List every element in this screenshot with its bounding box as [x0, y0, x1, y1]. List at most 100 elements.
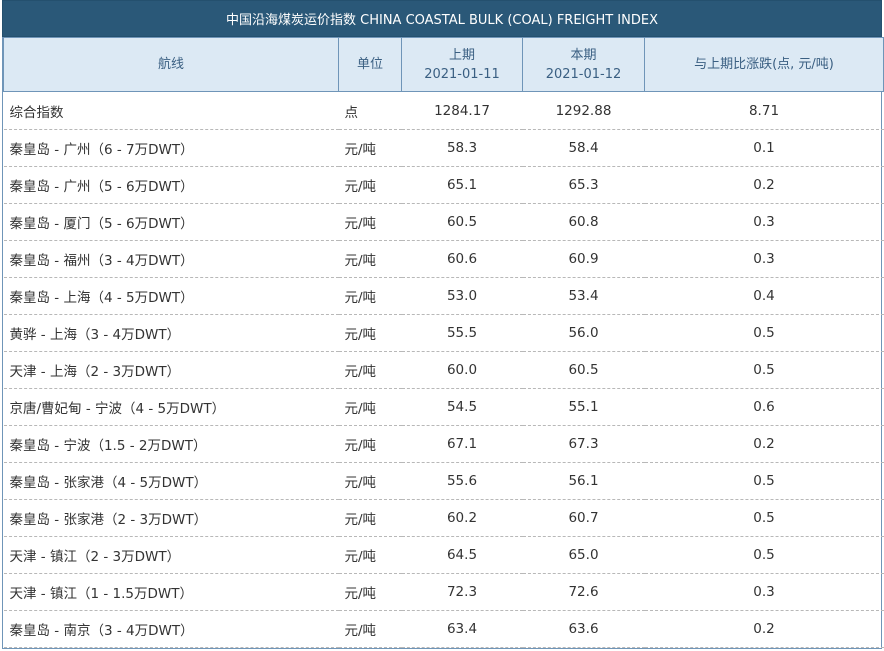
table-row: 秦皇岛 - 南京（3 - 4万DWT） 元/吨 63.4 63.6 0.2 — [3, 610, 884, 648]
current-value-cell: 65.3 — [522, 166, 645, 204]
route-cell: 秦皇岛 - 上海（4 - 5万DWT） — [3, 277, 339, 315]
previous-value-cell: 64.5 — [401, 536, 523, 574]
table-row: 秦皇岛 - 福州（3 - 4万DWT） 元/吨 60.6 60.9 0.3 — [3, 240, 884, 278]
table-row: 天津 - 上海（2 - 3万DWT） 元/吨 60.0 60.5 0.5 — [3, 351, 884, 389]
previous-value-cell: 65.1 — [401, 166, 523, 204]
route-cell: 京唐/曹妃甸 - 宁波（4 - 5万DWT） — [3, 388, 339, 426]
table-row: 秦皇岛 - 张家港（2 - 3万DWT） 元/吨 60.2 60.7 0.5 — [3, 499, 884, 537]
header-change: 与上期比涨跌(点, 元/吨) — [644, 37, 884, 92]
table-body: 综合指数点 1284.17 1292.88 8.71 秦皇岛 - 广州（6 - 7万DW… — [3, 91, 884, 648]
table-row: 天津 - 镇江（2 - 3万DWT） 元/吨 64.5 65.0 0.5 — [3, 536, 884, 574]
header-current-date: 2021-01-12 — [545, 66, 622, 82]
change-value-cell: 0.2 — [644, 610, 884, 648]
table-row: 京唐/曹妃甸 - 宁波（4 - 5万DWT） 元/吨 54.5 55.1 0.6 — [3, 388, 884, 426]
unit-cell: 元/吨 — [338, 203, 402, 241]
table-row: 秦皇岛 - 张家港（4 - 5万DWT） 元/吨 55.6 56.1 0.5 — [3, 462, 884, 500]
unit-cell: 元/吨 — [338, 388, 402, 426]
current-value-cell: 60.7 — [522, 499, 645, 537]
current-value-cell: 63.6 — [522, 610, 645, 648]
unit-cell: 元/吨 — [338, 166, 402, 204]
previous-value-cell: 58.3 — [401, 129, 523, 167]
header-previous-date: 2021-01-11 — [424, 66, 500, 82]
freight-index-table: 航线 单位 上期 2021-01-11 本期 2021-01-12 与上期比涨跌… — [3, 37, 884, 648]
header-current-label: 本期 — [570, 47, 597, 63]
header-previous-label: 上期 — [448, 47, 475, 63]
previous-value-cell: 60.2 — [401, 499, 523, 537]
route-cell: 天津 - 上海（2 - 3万DWT） — [3, 351, 339, 389]
unit-cell: 元/吨 — [338, 425, 402, 463]
previous-value-cell: 72.3 — [401, 573, 523, 611]
table-title: 中国沿海煤炭运价指数 CHINA COASTAL BULK (COAL) FRE… — [2, 0, 882, 37]
unit-cell: 元/吨 — [338, 499, 402, 537]
unit-cell: 元/吨 — [338, 573, 402, 611]
current-value-cell: 55.1 — [522, 388, 645, 426]
header-unit: 单位 — [338, 37, 402, 92]
unit-cell: 元/吨 — [338, 351, 402, 389]
table-row: 秦皇岛 - 宁波（1.5 - 2万DWT） 元/吨 67.1 67.3 0.2 — [3, 425, 884, 463]
table-row: 秦皇岛 - 广州（5 - 6万DWT） 元/吨 65.1 65.3 0.2 — [3, 166, 884, 204]
current-value-cell: 60.8 — [522, 203, 645, 241]
change-value-cell: 0.3 — [644, 203, 884, 241]
change-value-cell: 0.5 — [644, 462, 884, 500]
previous-value-cell: 53.0 — [401, 277, 523, 315]
current-value-cell: 67.3 — [522, 425, 645, 463]
unit-cell: 元/吨 — [338, 610, 402, 648]
route-cell: 秦皇岛 - 福州（3 - 4万DWT） — [3, 240, 339, 278]
unit-cell: 元/吨 — [338, 240, 402, 278]
table-frame: 航线 单位 上期 2021-01-11 本期 2021-01-12 与上期比涨跌… — [2, 37, 884, 649]
current-value-cell: 72.6 — [522, 573, 645, 611]
change-value-cell: 0.5 — [644, 499, 884, 537]
unit-cell: 元/吨 — [338, 462, 402, 500]
table-row: 黄骅 - 上海（3 - 4万DWT） 元/吨 55.5 56.0 0.5 — [3, 314, 884, 352]
previous-value-cell: 67.1 — [401, 425, 523, 463]
route-cell: 秦皇岛 - 厦门（5 - 6万DWT） — [3, 203, 339, 241]
current-value-cell: 58.4 — [522, 129, 645, 167]
route-cell: 天津 - 镇江（1 - 1.5万DWT） — [3, 573, 339, 611]
table-row: 秦皇岛 - 广州（6 - 7万DWT） 元/吨 58.3 58.4 0.1 — [3, 129, 884, 167]
previous-value-cell: 1284.17 — [401, 91, 523, 130]
current-value-cell: 1292.88 — [522, 91, 645, 130]
table-header-row: 航线 单位 上期 2021-01-11 本期 2021-01-12 与上期比涨跌… — [3, 37, 884, 92]
current-value-cell: 53.4 — [522, 277, 645, 315]
change-value-cell: 0.6 — [644, 388, 884, 426]
header-current: 本期 2021-01-12 — [522, 37, 645, 92]
table-row: 天津 - 镇江（1 - 1.5万DWT） 元/吨 72.3 72.6 0.3 — [3, 573, 884, 611]
table-row: 综合指数点 1284.17 1292.88 8.71 — [3, 91, 884, 130]
route-cell: 黄骅 - 上海（3 - 4万DWT） — [3, 314, 339, 352]
change-value-cell: 0.4 — [644, 277, 884, 315]
previous-value-cell: 60.5 — [401, 203, 523, 241]
unit-cell: 元/吨 — [338, 277, 402, 315]
previous-value-cell: 63.4 — [401, 610, 523, 648]
current-value-cell: 65.0 — [522, 536, 645, 574]
header-route: 航线 — [3, 37, 339, 92]
header-previous: 上期 2021-01-11 — [401, 37, 523, 92]
previous-value-cell: 60.0 — [401, 351, 523, 389]
change-value-cell: 0.5 — [644, 314, 884, 352]
route-cell: 综合指数 — [3, 91, 339, 130]
route-cell: 秦皇岛 - 张家港（4 - 5万DWT） — [3, 462, 339, 500]
previous-value-cell: 60.6 — [401, 240, 523, 278]
current-value-cell: 56.1 — [522, 462, 645, 500]
change-value-cell: 0.5 — [644, 536, 884, 574]
freight-index-panel: 中国沿海煤炭运价指数 CHINA COASTAL BULK (COAL) FRE… — [2, 0, 884, 649]
current-value-cell: 60.9 — [522, 240, 645, 278]
table-row: 秦皇岛 - 厦门（5 - 6万DWT） 元/吨 60.5 60.8 0.3 — [3, 203, 884, 241]
unit-cell: 点 — [338, 91, 402, 130]
change-value-cell: 0.1 — [644, 129, 884, 167]
route-cell: 秦皇岛 - 南京（3 - 4万DWT） — [3, 610, 339, 648]
current-value-cell: 56.0 — [522, 314, 645, 352]
route-cell: 秦皇岛 - 宁波（1.5 - 2万DWT） — [3, 425, 339, 463]
route-cell: 秦皇岛 - 张家港（2 - 3万DWT） — [3, 499, 339, 537]
change-value-cell: 8.71 — [644, 91, 884, 130]
change-value-cell: 0.2 — [644, 166, 884, 204]
previous-value-cell: 55.5 — [401, 314, 523, 352]
current-value-cell: 60.5 — [522, 351, 645, 389]
unit-cell: 元/吨 — [338, 314, 402, 352]
unit-cell: 元/吨 — [338, 536, 402, 574]
change-value-cell: 0.5 — [644, 351, 884, 389]
change-value-cell: 0.3 — [644, 573, 884, 611]
unit-cell: 元/吨 — [338, 129, 402, 167]
change-value-cell: 0.2 — [644, 425, 884, 463]
previous-value-cell: 55.6 — [401, 462, 523, 500]
previous-value-cell: 54.5 — [401, 388, 523, 426]
